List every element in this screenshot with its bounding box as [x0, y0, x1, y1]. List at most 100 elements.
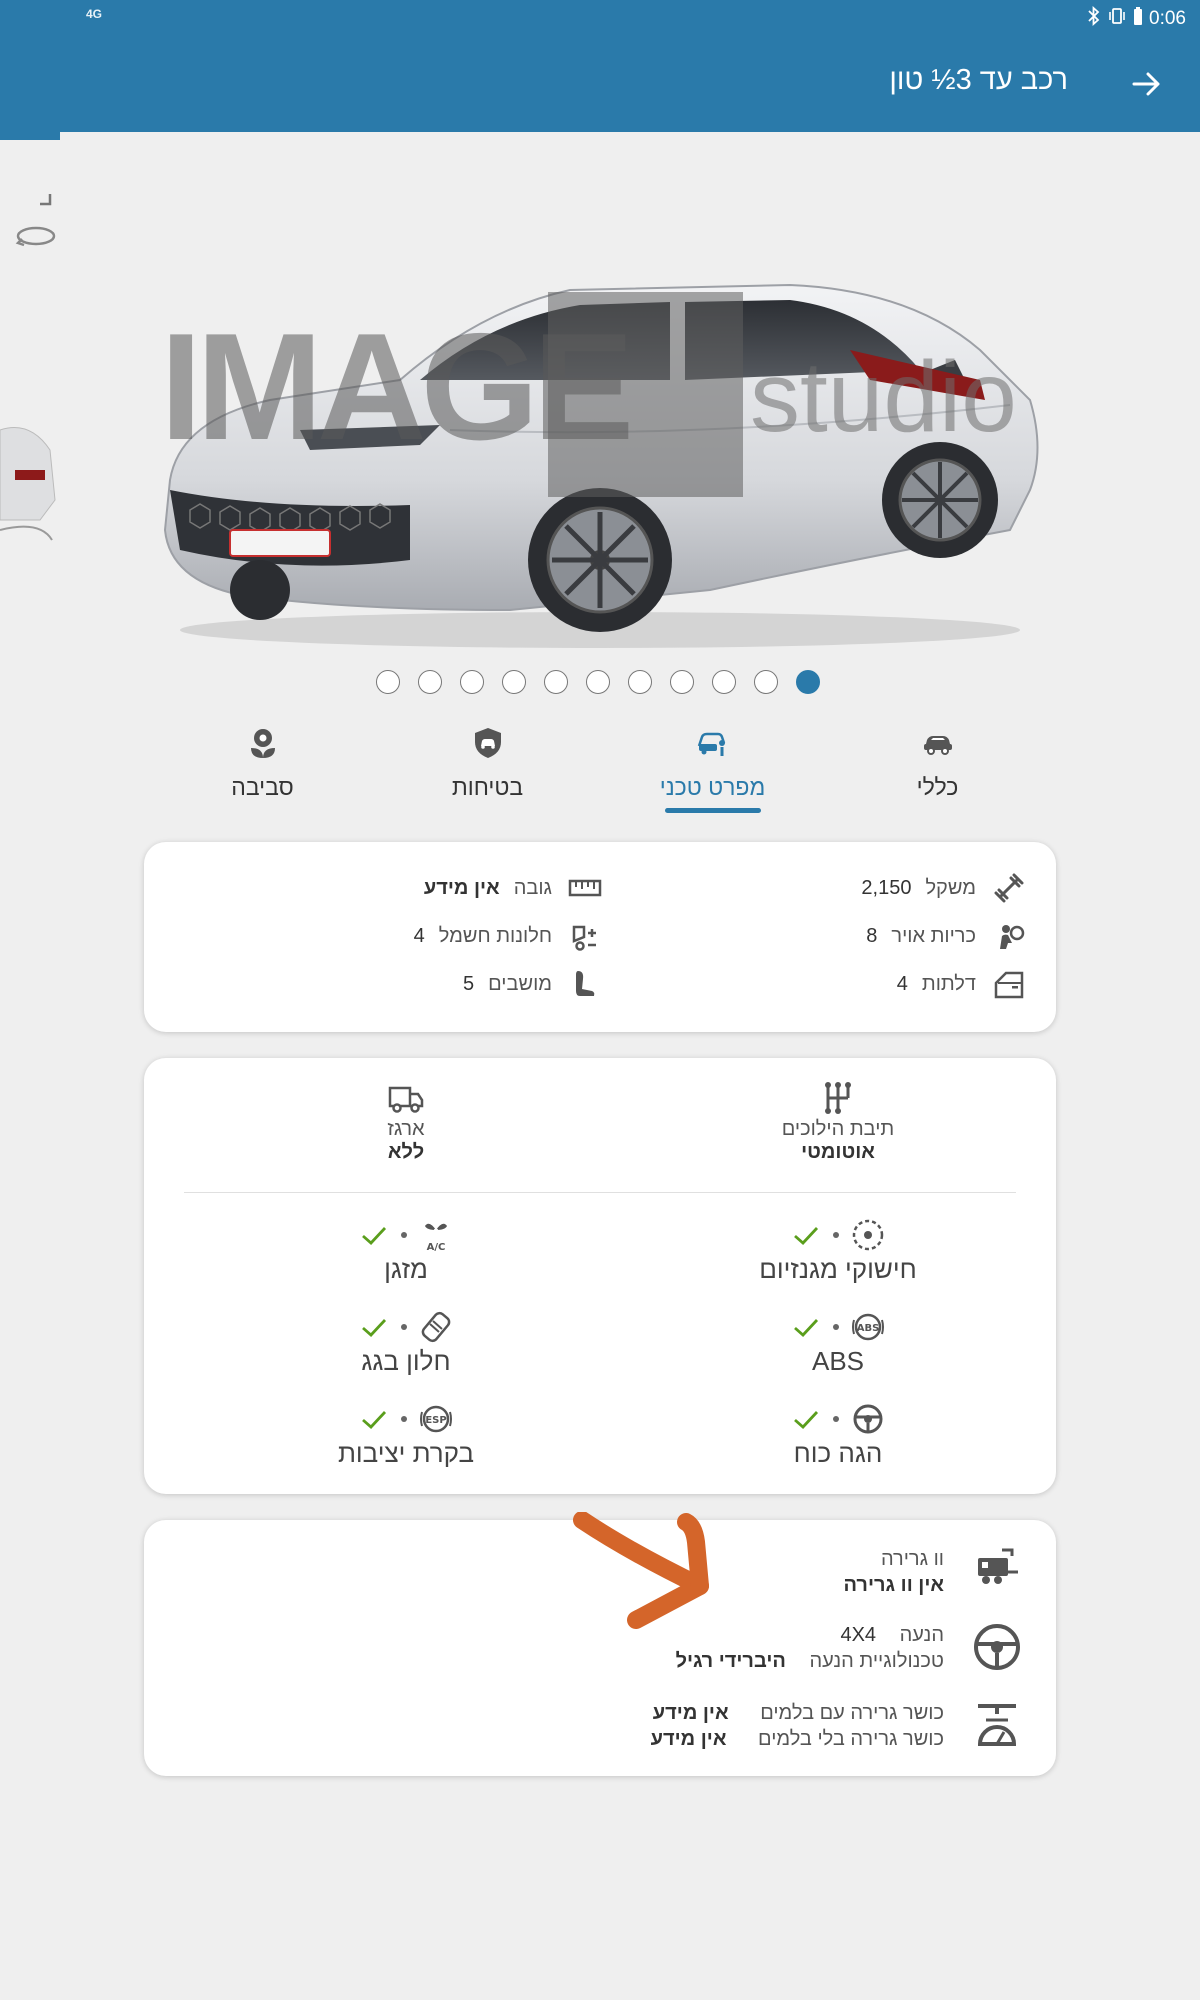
tab-technical-spec[interactable]: מפרט טכני: [600, 720, 825, 820]
towing-capacity-row: כושר גרירה עם בלמים אין מידע כושר גרירה …: [651, 1700, 1022, 1752]
carousel-dot[interactable]: [670, 670, 694, 694]
rotate-360-icon[interactable]: [14, 221, 58, 256]
svg-text:ESP: ESP: [425, 1415, 446, 1426]
spec-label: גובה: [513, 876, 552, 899]
spec-label: דלתות: [921, 972, 976, 995]
spec-power-windows: חלונות חשמל 4: [414, 918, 602, 954]
feature-label: מזגן: [384, 1254, 428, 1284]
carousel-dot[interactable]: [418, 670, 442, 694]
battery-icon: [1133, 6, 1143, 32]
spec-value: 5: [463, 972, 475, 995]
airbag-icon: [1000, 925, 1025, 949]
spec-label: מושבים: [488, 972, 552, 995]
feature-label: חלון בגג: [361, 1346, 451, 1376]
bullet: [401, 1324, 407, 1330]
trunk-info: ארגז ללא: [286, 1080, 526, 1164]
annotation-arrow: [573, 1512, 709, 1629]
check-icon: [362, 1319, 387, 1337]
abs-icon: ABS: [852, 1313, 884, 1341]
expand-icon[interactable]: [14, 168, 58, 213]
dumbbell-icon: [994, 873, 1024, 903]
spec-seats: מושבים 5: [463, 966, 602, 1002]
feature-stability-control: ESP בקרת יציבות: [256, 1402, 556, 1469]
carousel-dot[interactable]: [544, 670, 568, 694]
feature-label: בקרת יציבות: [337, 1438, 475, 1468]
spec-label: משקל: [925, 876, 976, 899]
power-window-icon: [572, 925, 596, 951]
back-arrow-icon[interactable]: [1126, 64, 1166, 104]
bullet: [833, 1324, 839, 1330]
spec-airbags: כריות אויר 8: [866, 918, 1026, 954]
status-bar: 4G 0:06: [0, 5, 1200, 32]
spec-label: כריות אויר: [891, 924, 976, 947]
tab-environment[interactable]: סביבה: [150, 720, 375, 820]
tab-safety[interactable]: בטיחות: [375, 720, 600, 820]
tab-label: סביבה: [231, 774, 294, 800]
vehicle-image-carousel[interactable]: IMAGE studio: [0, 140, 1200, 660]
network-indicator: 4G: [86, 8, 102, 20]
tow-unbraked-value: אין מידע: [650, 1728, 727, 1750]
trunk-value: ללא: [387, 1141, 425, 1163]
drive-value: 4X4: [840, 1624, 877, 1646]
spec-weight: משקל 2,150: [861, 870, 1026, 906]
tow-hook-text: וו גרירה אין וו גרירה: [844, 1546, 944, 1598]
previous-image-peek[interactable]: [0, 390, 60, 660]
gearbox-value: אוטומטי: [801, 1141, 875, 1163]
bullet: [833, 1416, 839, 1422]
app-bar: 4G 0:06 רכב עד 3½ טון: [0, 0, 1200, 132]
power-steering-icon: [853, 1404, 883, 1434]
carousel-dot[interactable]: [628, 670, 652, 694]
drive-label: הנעה: [899, 1624, 944, 1646]
ruler-icon: [568, 879, 602, 897]
spec-value: אין מידע: [423, 876, 500, 899]
spec-value: 2,150: [861, 876, 912, 899]
eco-flower-icon: [246, 726, 280, 760]
tab-general[interactable]: כללי: [825, 720, 1050, 820]
tab-bar: כללי מפרט טכני בטיחות סביבה: [150, 720, 1050, 820]
truck-icon: [388, 1086, 424, 1113]
sunroof-icon: [421, 1311, 451, 1343]
carousel-dot[interactable]: [712, 670, 736, 694]
gearbox-label: תיבת הילוכים: [781, 1118, 895, 1140]
svg-text:ABS: ABS: [857, 1323, 880, 1334]
feature-label: ABS: [811, 1346, 865, 1376]
carousel-dot[interactable]: [754, 670, 778, 694]
drawer-handle[interactable]: [0, 130, 60, 140]
check-icon: [362, 1227, 387, 1245]
tab-label: בטיחות: [451, 774, 524, 800]
feature-label: הגה כוח: [793, 1438, 883, 1468]
carousel-indicator: [376, 670, 826, 696]
tow-braked-label: כושר גרירה עם בלמים: [760, 1702, 944, 1724]
carousel-dot[interactable]: [502, 670, 526, 694]
car-icon: [921, 726, 955, 760]
page-title: רכב עד 3½ טון: [889, 64, 1068, 96]
carousel-dot[interactable]: [376, 670, 400, 694]
spec-doors: דלתות 4: [897, 966, 1026, 1002]
feature-label: חישוקי מגנזיום: [759, 1254, 917, 1284]
drive-tech-value: היברידי רגיל: [675, 1650, 786, 1672]
vibrate-icon: [1107, 6, 1127, 32]
bullet: [833, 1232, 839, 1238]
bluetooth-icon: [1087, 5, 1101, 32]
trunk-label: ארגז: [387, 1118, 425, 1140]
car-spec-icon: [696, 726, 730, 760]
bullet: [401, 1416, 407, 1422]
carousel-dot[interactable]: [460, 670, 484, 694]
title-row: רכב עד 3½ טון: [0, 60, 1200, 110]
gearbox-info: תיבת הילוכים אוטומטי: [718, 1080, 958, 1164]
check-icon: [362, 1411, 387, 1429]
clock: 0:06: [1149, 8, 1186, 29]
gear-shift-icon: [825, 1082, 851, 1114]
network-type: 4G: [86, 7, 103, 21]
feature-sunroof: חלון בגג: [256, 1310, 556, 1377]
bullet: [401, 1232, 407, 1238]
tow-hook-label: וו גרירה: [880, 1548, 944, 1570]
basic-specs-card: משקל 2,150 כריות אויר 8 דלתות 4 גובה אין…: [144, 842, 1056, 1032]
ac-icon: A/C: [425, 1223, 447, 1252]
divider: [184, 1192, 1016, 1193]
svg-text:A/C: A/C: [427, 1242, 446, 1252]
carousel-dot[interactable]: [796, 670, 820, 694]
spec-value: 4: [413, 924, 425, 947]
check-icon: [794, 1319, 819, 1337]
carousel-dot[interactable]: [586, 670, 610, 694]
